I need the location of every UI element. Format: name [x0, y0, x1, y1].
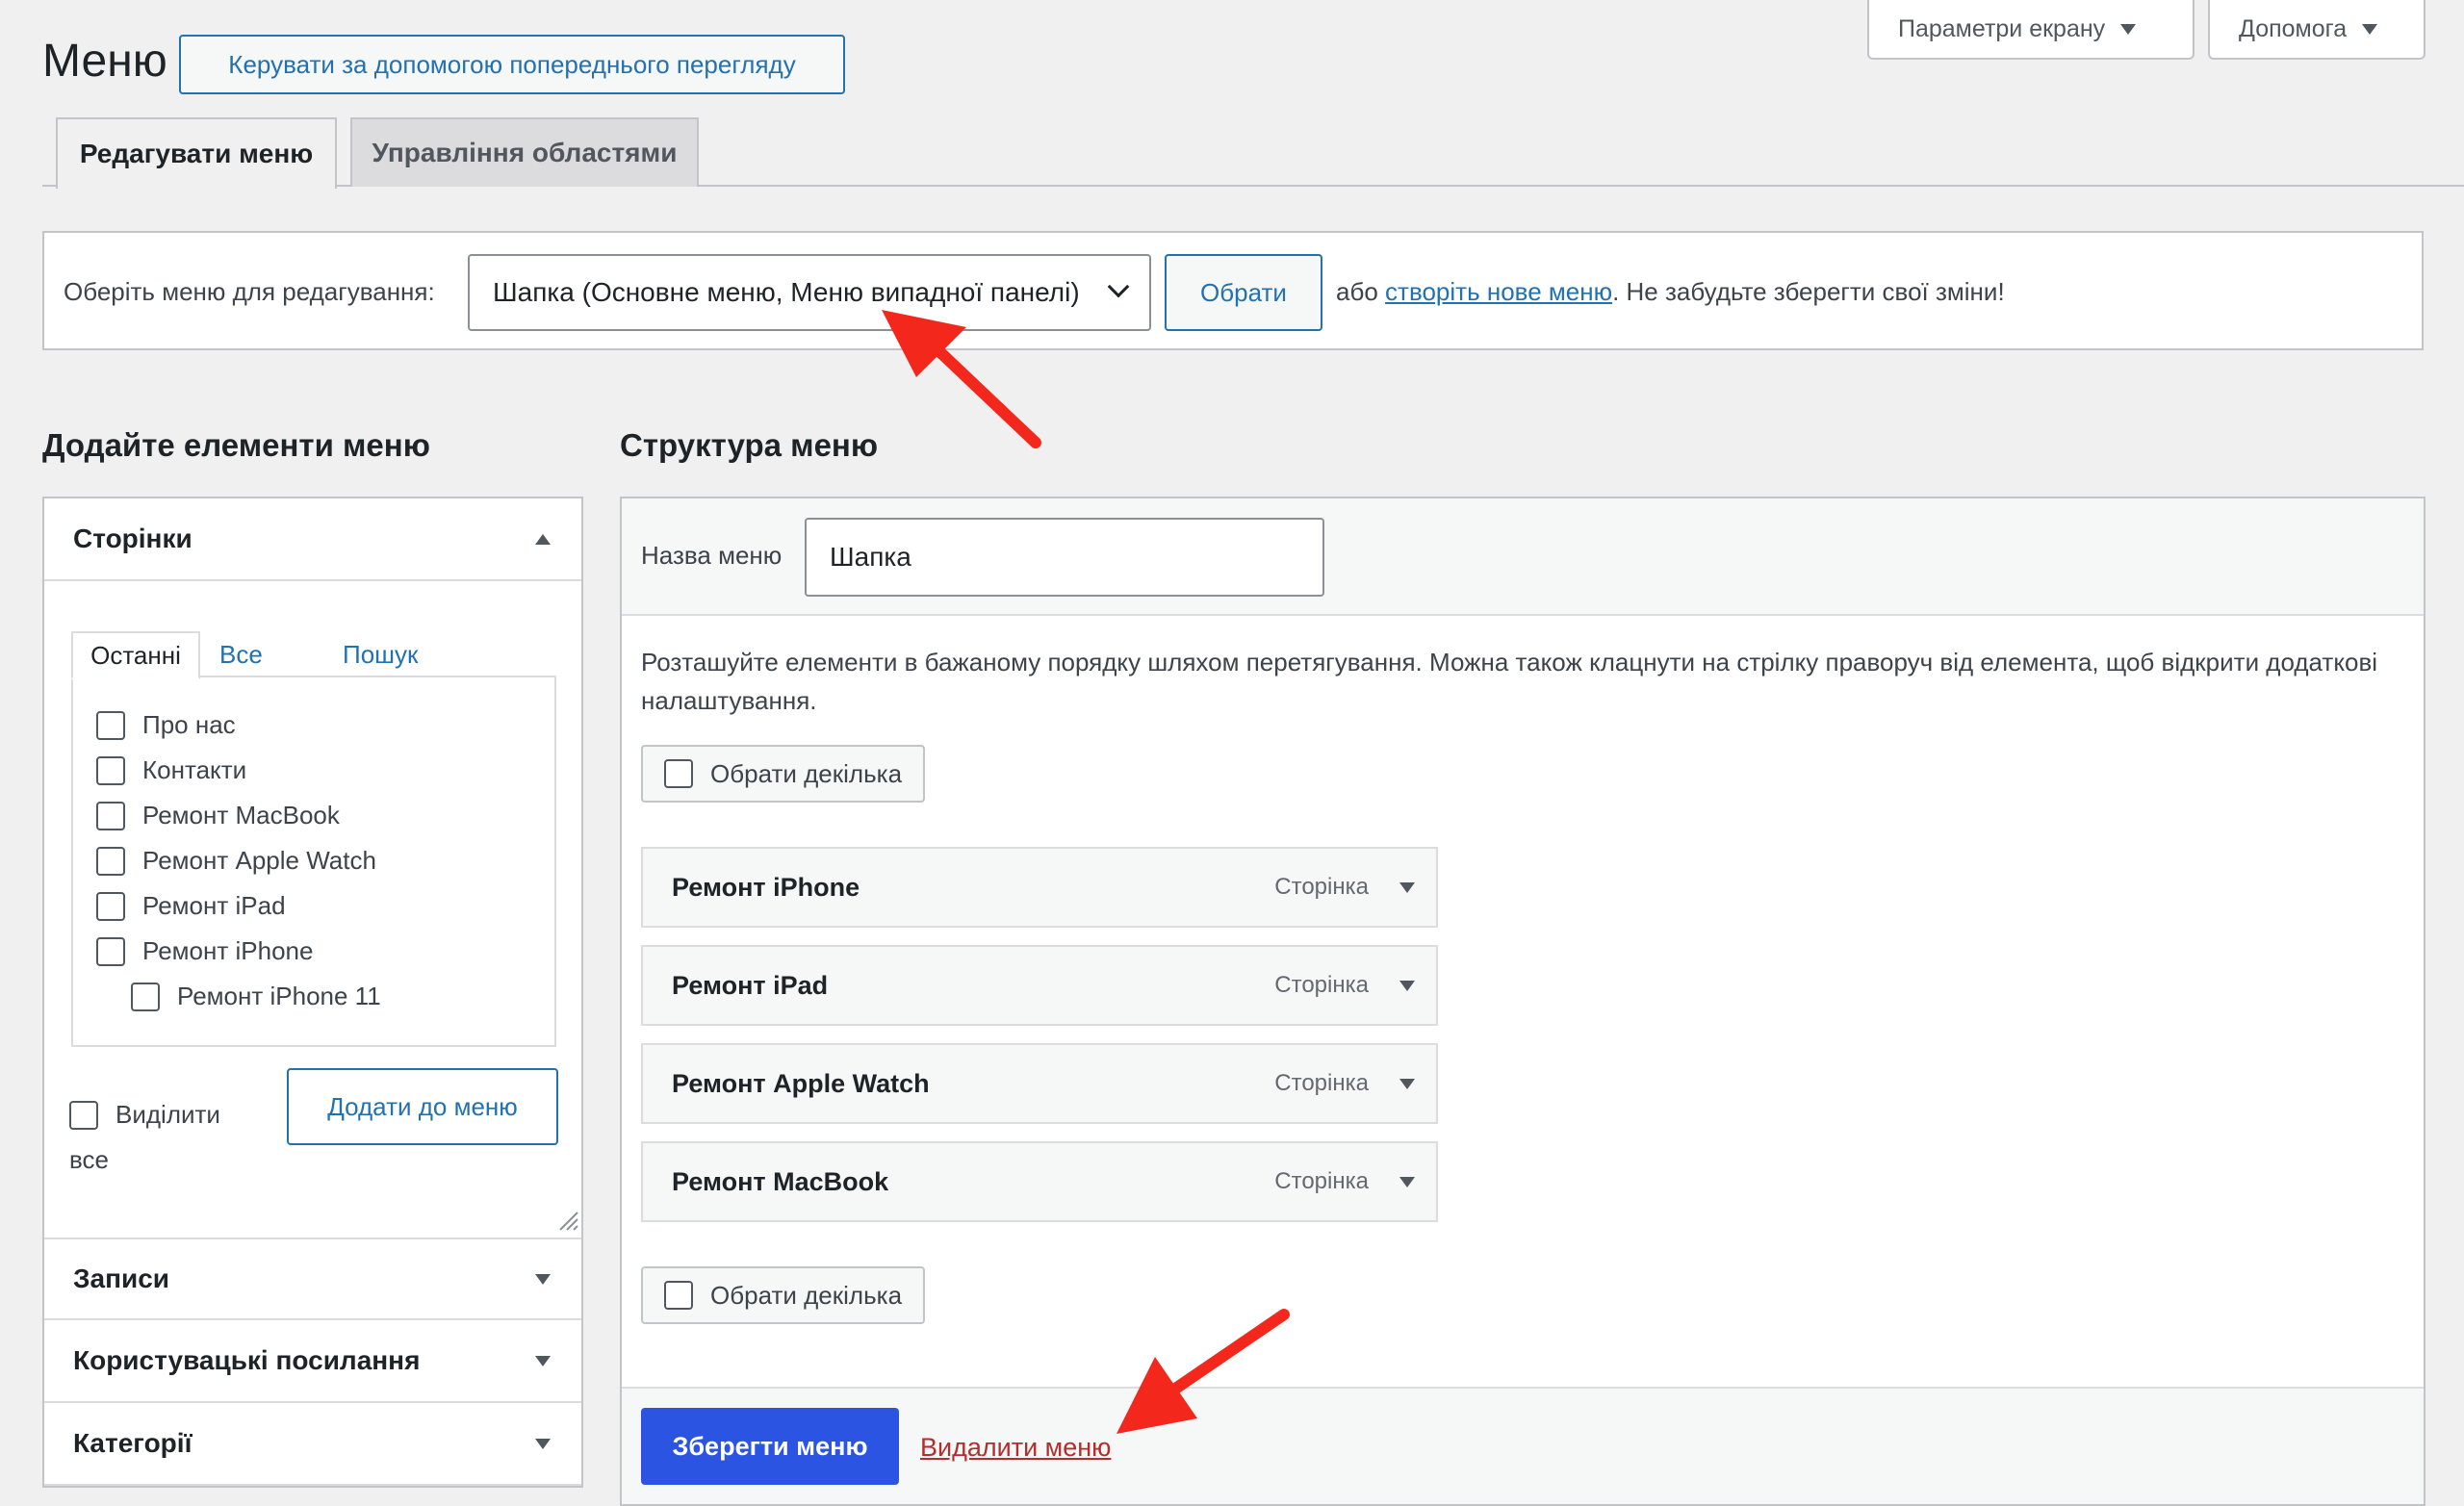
annotation-arrow-icon: [1116, 1309, 1290, 1434]
annotation-arrows: [882, 310, 1290, 1434]
tab-edit-menu[interactable]: Редагувати меню: [56, 117, 337, 189]
tab-recent[interactable]: Останні: [71, 631, 200, 679]
annotation-arrow-icon: [882, 310, 1041, 448]
